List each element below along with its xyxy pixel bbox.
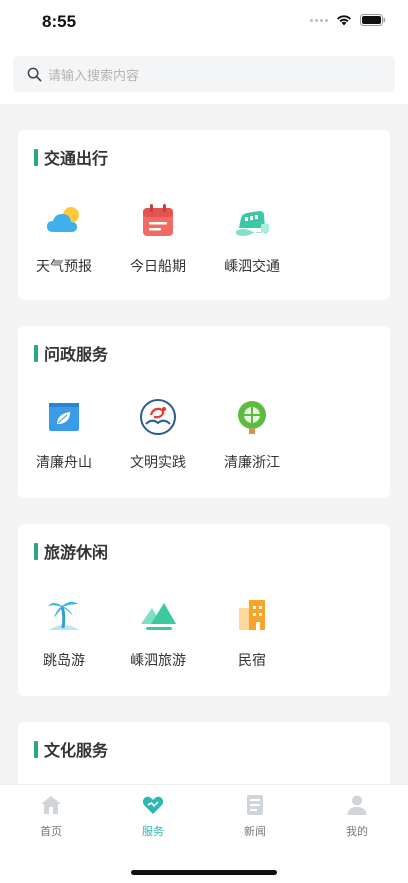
section-transport: 交通出行 天气预报 今日船期 嵊泗交通 [18,130,390,300]
status-time: 8:55 [42,12,77,31]
signal-icon [310,18,328,22]
section-title: 文化服务 [34,739,108,760]
tab-news[interactable]: 新闻 [215,793,295,839]
title-accent-bar [34,148,38,166]
calendar-icon [143,204,173,236]
mountain-icon [141,603,176,630]
tab-profile[interactable]: 我的 [317,793,397,839]
title-accent-bar [34,740,38,758]
section-title: 问政服务 [34,343,108,364]
title-accent-bar [34,542,38,560]
civility-logo-icon [140,399,176,435]
homestay-item[interactable]: 民宿 [212,594,292,670]
section-governance: 问政服务 清廉舟山 文明实践 清廉浙江 [18,326,390,498]
search-placeholder: 请输入搜索内容 [48,68,140,84]
clean-zhoushan-item[interactable]: 清廉舟山 [24,396,104,472]
section-culture: 文化服务 [18,722,390,784]
battery-icon [360,14,386,26]
building-icon [239,600,265,630]
ship-schedule-item[interactable]: 今日船期 [118,200,198,276]
section-tourism: 旅游休闲 跳岛游 嵊泗旅游 民宿 [18,524,390,696]
home-indicator [131,870,277,875]
search-input[interactable]: 请输入搜索内容 [13,56,395,92]
civilization-practice-item[interactable]: 文明实践 [118,396,198,472]
leaf-window-icon [49,403,79,431]
tab-home[interactable]: 首页 [11,793,91,839]
search-icon [27,67,42,81]
bottom-tab-bar: 首页 服务 新闻 我的 [0,784,408,883]
weather-forecast-item[interactable]: 天气预报 [24,200,104,276]
user-icon [347,795,367,815]
clean-zhejiang-icon [238,401,266,434]
search-header: 请输入搜索内容 [0,48,408,104]
section-title: 交通出行 [34,147,108,168]
tab-service[interactable]: 服务 [113,793,193,839]
shengsi-traffic-item[interactable]: 嵊泗交通 [212,200,292,276]
title-accent-bar [34,344,38,362]
service-list[interactable]: 交通出行 天气预报 今日船期 嵊泗交通 问政服务 清廉舟山 文明实践 清廉浙江 … [0,104,408,784]
heart-service-icon [142,796,164,814]
shengsi-tourism-item[interactable]: 嵊泗旅游 [118,594,198,670]
status-bar: 8:55 [0,0,408,48]
news-icon [247,795,263,815]
section-title: 旅游休闲 [34,541,108,562]
wifi-icon [337,15,351,26]
ship-icon [236,211,269,236]
status-icons [310,14,386,26]
clean-zhejiang-item[interactable]: 清廉浙江 [212,396,292,472]
island-hopping-item[interactable]: 跳岛游 [24,594,104,670]
weather-icon [47,207,79,232]
palm-tree-icon [48,601,79,630]
home-icon [41,796,61,814]
